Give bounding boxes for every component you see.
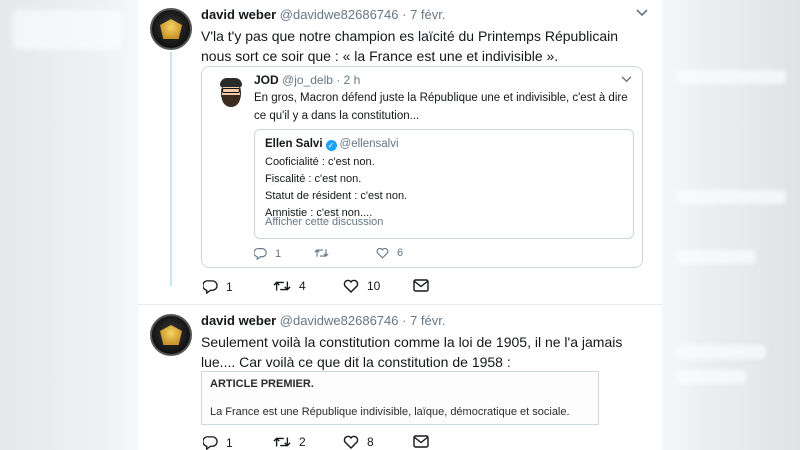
retweet-icon bbox=[273, 281, 291, 291]
nested-tweet-text: Cooficialité : c'est non. Fiscalité : c'… bbox=[265, 154, 407, 222]
quoted-tweet-text: En gros, Macron défend juste la Républiq… bbox=[254, 92, 628, 122]
like-count: 8 bbox=[367, 435, 374, 449]
avatar-emblem bbox=[160, 325, 182, 345]
like-button[interactable]: 10 bbox=[343, 279, 380, 293]
tweet-actions: 1 2 8 bbox=[201, 435, 501, 450]
tweet-actions: 1 4 10 bbox=[201, 279, 501, 297]
author-handle[interactable]: @davidwe82686746 bbox=[280, 7, 399, 22]
direct-message-button[interactable] bbox=[413, 279, 429, 292]
timeline: david weber @davidwe82686746 · 7 févr. V… bbox=[138, 0, 662, 450]
message-icon bbox=[413, 435, 429, 448]
reply-icon bbox=[203, 436, 218, 450]
like-count: 6 bbox=[397, 247, 404, 259]
retweet-icon bbox=[273, 437, 291, 447]
tweet[interactable]: david weber @davidwe82686746 · 7 févr. V… bbox=[138, 0, 662, 305]
author-name[interactable]: david weber bbox=[201, 313, 276, 328]
avatar-emblem bbox=[160, 19, 182, 39]
like-icon bbox=[343, 279, 359, 293]
author-name[interactable]: JOD bbox=[254, 73, 279, 87]
blurred-right-panel bbox=[662, 0, 800, 450]
chevron-down-icon[interactable] bbox=[636, 4, 648, 20]
text-line: Cooficialité : c'est non. bbox=[265, 156, 375, 168]
text-line: Statut de résident : c'est non. bbox=[265, 190, 408, 202]
like-count: 10 bbox=[367, 279, 381, 293]
retweet-button[interactable]: 4 bbox=[273, 279, 306, 293]
reply-button[interactable]: 1 bbox=[203, 435, 233, 450]
reply-count: 1 bbox=[226, 435, 233, 450]
reply-button[interactable]: 1 bbox=[254, 247, 281, 260]
reply-button[interactable]: 1 bbox=[203, 279, 233, 294]
retweet-count: 4 bbox=[299, 279, 306, 293]
tweet-header: david weber @davidwe82686746 · 7 févr. bbox=[201, 313, 446, 328]
quoted-tweet-actions: 1 6 bbox=[254, 247, 634, 263]
thread-connector bbox=[170, 52, 172, 286]
separator-dot: · bbox=[336, 73, 341, 87]
author-name[interactable]: Ellen Salvi bbox=[265, 138, 323, 150]
tweet-text: V'la t'y pas que notre champion es laïci… bbox=[201, 28, 619, 64]
tweet-text: Seulement voilà la constitution comme la… bbox=[201, 334, 623, 370]
image-text: La France est une République indivisible… bbox=[210, 406, 570, 418]
nested-quoted-tweet[interactable]: Ellen Salvi ✓ @ellensalvi Cooficialité : c… bbox=[254, 129, 634, 239]
tweet-date[interactable]: 7 févr. bbox=[410, 7, 445, 22]
tweet-header: david weber @davidwe82686746 · 7 févr. bbox=[201, 7, 446, 22]
avatar[interactable] bbox=[214, 75, 248, 111]
blurred-left-panel bbox=[0, 0, 138, 450]
author-handle[interactable]: @jo_delb bbox=[282, 73, 333, 87]
text-line: Fiscalité : c'est non. bbox=[265, 173, 362, 185]
like-icon bbox=[343, 435, 359, 449]
reply-icon bbox=[203, 280, 218, 294]
nested-tweet-header: Ellen Salvi ✓ @ellensalvi bbox=[265, 138, 399, 151]
avatar[interactable] bbox=[150, 8, 192, 50]
tweet-date[interactable]: 2 h bbox=[344, 73, 361, 87]
author-handle[interactable]: @davidwe82686746 bbox=[280, 313, 399, 328]
message-icon bbox=[413, 279, 429, 292]
like-button[interactable]: 8 bbox=[343, 435, 374, 449]
verified-icon: ✓ bbox=[325, 140, 337, 151]
tweet-date[interactable]: 7 févr. bbox=[410, 313, 445, 328]
retweet-icon bbox=[314, 249, 329, 257]
quoted-tweet-header: JOD @jo_delb · 2 h bbox=[254, 73, 360, 87]
like-button[interactable]: 6 bbox=[376, 247, 403, 259]
reply-icon bbox=[254, 248, 267, 260]
author-name[interactable]: david weber bbox=[201, 7, 276, 22]
retweet-count: 2 bbox=[299, 435, 306, 449]
avatar[interactable] bbox=[150, 314, 192, 356]
show-thread-link[interactable]: Afficher cette discussion bbox=[265, 216, 383, 228]
quoted-tweet[interactable]: JOD @jo_delb · 2 h En gros, Macron défen… bbox=[201, 66, 643, 268]
reply-count: 1 bbox=[226, 279, 233, 294]
author-handle[interactable]: @ellensalvi bbox=[340, 138, 399, 150]
direct-message-button[interactable] bbox=[413, 435, 429, 448]
retweet-button[interactable]: 2 bbox=[273, 435, 306, 449]
like-icon bbox=[376, 247, 389, 259]
chevron-down-icon[interactable] bbox=[621, 71, 632, 86]
reply-count: 1 bbox=[275, 247, 282, 260]
tweet[interactable]: david weber @davidwe82686746 · 7 févr. S… bbox=[138, 306, 662, 450]
separator-dot: · bbox=[402, 313, 407, 328]
retweet-button[interactable] bbox=[314, 247, 337, 259]
image-title: ARTICLE PREMIER. bbox=[210, 378, 314, 390]
attached-image[interactable]: ARTICLE PREMIER. La France est une Répub… bbox=[201, 371, 599, 425]
separator-dot: · bbox=[402, 7, 407, 22]
